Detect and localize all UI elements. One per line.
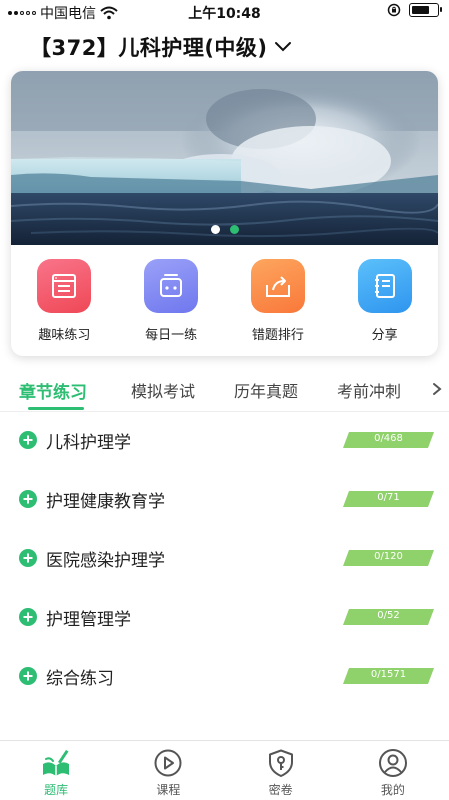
chapter-item[interactable]: 儿科护理学 0/468	[0, 420, 449, 460]
expand-plus-icon[interactable]	[19, 431, 37, 449]
shortcut-wrong-ranking[interactable]: 错题排行	[225, 245, 332, 356]
chapter-name: 综合练习	[46, 669, 114, 689]
nav-courses[interactable]: 课程	[112, 741, 224, 800]
chapter-name: 儿科护理学	[46, 433, 131, 453]
tabs-scroll-button[interactable]	[430, 378, 444, 400]
chapter-name: 护理管理学	[46, 610, 131, 630]
course-selector[interactable]: 【372】儿科护理(中级)	[30, 30, 292, 64]
shortcut-label: 分享	[371, 328, 398, 343]
banner-carousel[interactable]	[11, 71, 438, 245]
shortcut-label: 每日一练	[145, 328, 198, 343]
progress-badge: 0/120	[343, 550, 434, 566]
progress-badge: 0/52	[343, 609, 434, 625]
bottom-nav: 题库 课程 密卷 我的	[0, 740, 449, 800]
shortcut-label: 趣味练习	[38, 328, 91, 343]
practice-tabs: 章节练习 模拟考试 历年真题 考前冲刺	[0, 370, 449, 412]
expand-plus-icon[interactable]	[19, 667, 37, 685]
chevron-right-icon	[433, 383, 442, 395]
banner-image	[11, 71, 438, 245]
chevron-down-icon	[274, 42, 291, 52]
nav-label: 密卷	[268, 783, 293, 797]
expand-plus-icon[interactable]	[19, 608, 37, 626]
notebook-icon	[357, 259, 412, 313]
progress-text: 0/71	[377, 492, 400, 503]
expand-plus-icon[interactable]	[19, 490, 37, 508]
tab-past-papers[interactable]: 历年真题	[234, 378, 298, 402]
progress-badge: 0/71	[343, 491, 434, 507]
daily-box-icon	[144, 259, 199, 313]
shortcut-label: 错题排行	[251, 328, 304, 343]
nav-question-bank[interactable]: 题库	[0, 741, 112, 800]
progress-badge: 0/468	[343, 432, 434, 448]
play-circle-icon	[152, 747, 184, 779]
status-right	[387, 3, 442, 17]
active-tab-indicator	[28, 407, 84, 410]
carousel-dot[interactable]	[210, 225, 220, 234]
progress-text: 0/120	[374, 551, 403, 562]
tabs-divider	[0, 411, 449, 412]
nav-secret-papers[interactable]: 密卷	[225, 741, 337, 800]
status-time: 上午10:48	[188, 6, 261, 22]
progress-badge: 0/1571	[343, 668, 434, 684]
progress-text: 0/468	[374, 433, 403, 444]
shield-key-icon	[265, 747, 297, 779]
nav-profile[interactable]: 我的	[337, 741, 449, 800]
carousel-dot[interactable]	[229, 225, 239, 234]
nav-label: 我的	[380, 783, 405, 797]
chapter-name: 医院感染护理学	[46, 551, 165, 571]
chapter-item[interactable]: 护理管理学 0/52	[0, 597, 449, 637]
chapter-item[interactable]: 医院感染护理学 0/120	[0, 538, 449, 578]
battery-icon	[409, 3, 442, 17]
status-bar: 中国电信 上午10:48	[0, 0, 449, 24]
chapter-item[interactable]: 综合练习 0/1571	[0, 656, 449, 696]
app-screen: 中国电信 上午10:48 【372】儿科护理(中级) 趣味练习 每日一练 错题排…	[0, 0, 449, 800]
progress-text: 0/1571	[370, 669, 407, 680]
tab-final-sprint[interactable]: 考前冲刺	[337, 378, 401, 402]
quiz-list-icon	[37, 259, 92, 313]
tab-mock-exam[interactable]: 模拟考试	[131, 378, 195, 402]
progress-text: 0/52	[377, 610, 400, 621]
book-pen-icon	[40, 747, 72, 779]
shortcut-daily-practice[interactable]: 每日一练	[118, 245, 225, 356]
carousel-dots	[11, 225, 438, 234]
battery-fill	[412, 6, 430, 14]
nav-label: 题库	[44, 783, 69, 797]
expand-plus-icon[interactable]	[19, 549, 37, 567]
page-title: 【372】儿科护理(中级)	[30, 36, 268, 60]
shortcut-share[interactable]: 分享	[331, 245, 438, 356]
home-card: 趣味练习 每日一练 错题排行 分享	[11, 71, 438, 356]
chapter-name: 护理健康教育学	[46, 492, 165, 512]
shortcut-fun-practice[interactable]: 趣味练习	[11, 245, 118, 356]
orientation-lock-icon	[387, 3, 401, 17]
nav-label: 课程	[156, 783, 181, 797]
shortcut-grid: 趣味练习 每日一练 错题排行 分享	[11, 245, 438, 356]
tab-chapter-practice[interactable]: 章节练习	[19, 378, 87, 403]
user-circle-icon	[377, 747, 409, 779]
chapter-item[interactable]: 护理健康教育学 0/71	[0, 479, 449, 519]
ranking-share-icon	[250, 259, 305, 313]
